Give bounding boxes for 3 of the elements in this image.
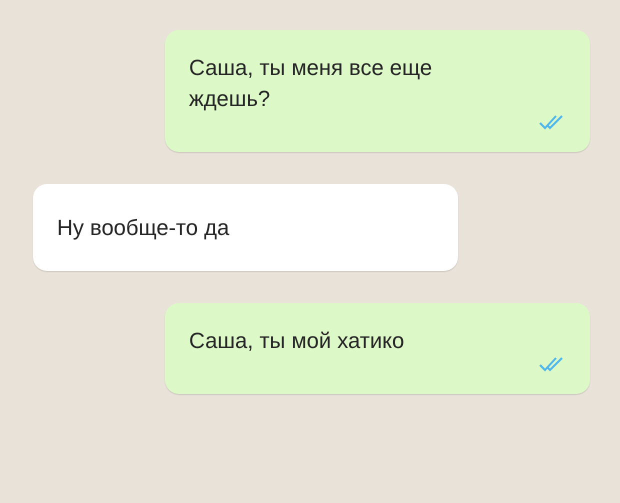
message-text: Ну вообще-то да [57, 214, 230, 242]
message-text: Саша, ты мой хатико [189, 327, 406, 355]
message-text: Саша, ты меня все еще ждешь? [189, 54, 434, 113]
